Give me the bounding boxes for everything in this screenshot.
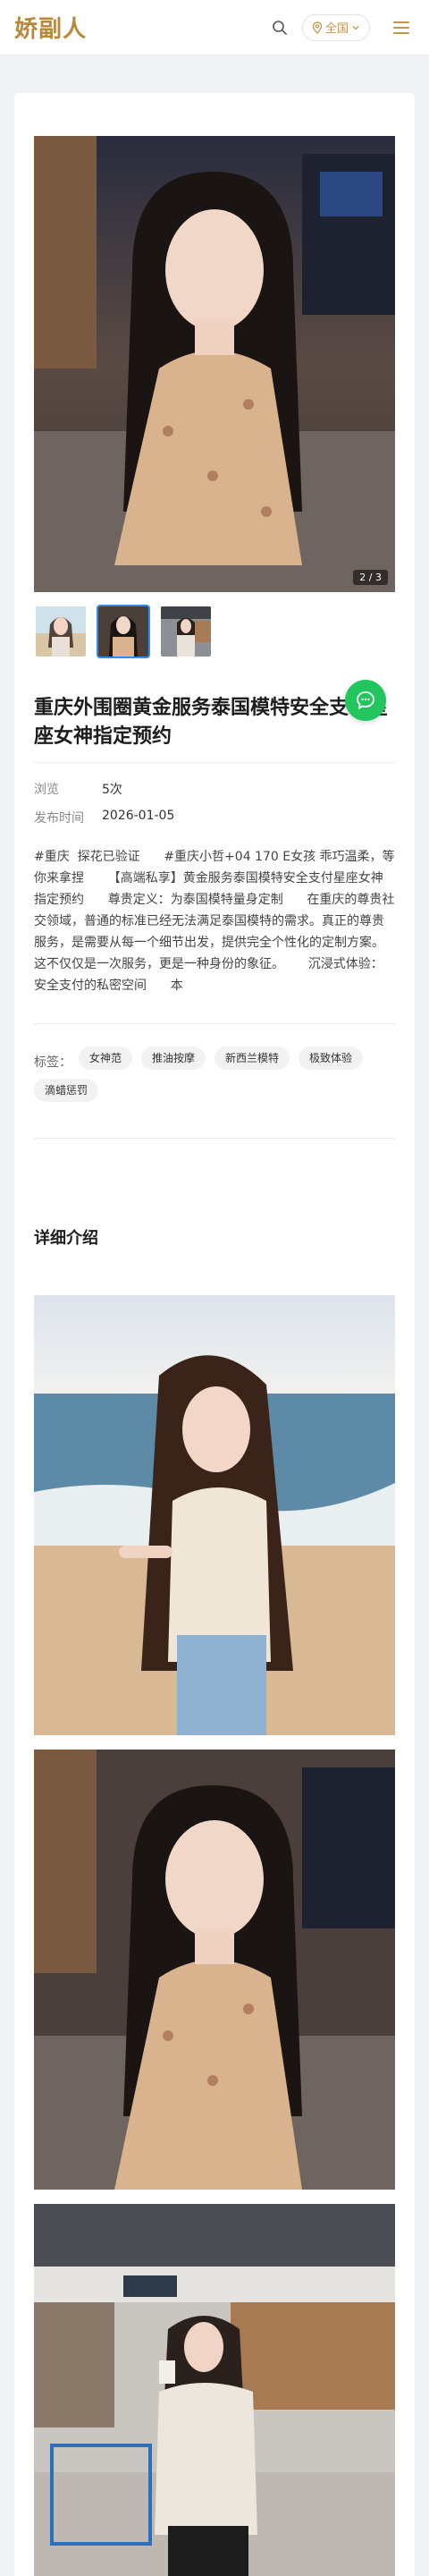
tag-chip[interactable]: 滴蜡惩罚 — [34, 1079, 99, 1102]
meta-value: 2026-01-05 — [102, 809, 175, 823]
chevron-down-icon — [352, 25, 359, 30]
gallery-thumbnail[interactable] — [34, 605, 88, 658]
search-icon[interactable] — [266, 14, 293, 41]
location-pin-icon — [312, 21, 323, 34]
tag-chip[interactable]: 极致体验 — [299, 1046, 364, 1070]
detail-photo-restaurant — [34, 1750, 395, 2190]
meta-row-publish-date: 发布时间 2026-01-05 — [34, 809, 174, 826]
post-description: #重庆 探花已验证 #重庆小哲+04 170 E女孩 乖巧温柔，等你来拿捏 【高… — [34, 850, 395, 993]
chat-float-button[interactable] — [345, 680, 386, 721]
header-actions: 全国 — [266, 13, 415, 41]
divider — [34, 1138, 395, 1139]
main-gallery-image[interactable]: 2 / 3 — [34, 136, 395, 592]
gallery-counter: 2 / 3 — [353, 570, 388, 585]
content-card: 2 / 3 重庆外围圈黄金服务泰国模特安全支付星座女神指定预约 浏览 5次 发布… — [14, 93, 415, 2576]
gallery-thumbnails — [34, 605, 222, 658]
tags-label: 标签： — [34, 1055, 72, 1070]
portrait-photo-image — [34, 136, 395, 592]
top-header: 娇副人 全国 — [0, 0, 429, 55]
tag-list: 标签： 女神范 推油按摩 新西兰模特 极致体验 滴蜡惩罚 — [34, 1046, 395, 1111]
gallery-thumbnail-active[interactable] — [97, 605, 150, 658]
tag-chip[interactable]: 女神范 — [79, 1046, 133, 1070]
gallery-thumbnail[interactable] — [159, 605, 213, 658]
detail-photo-beach — [34, 1295, 395, 1735]
tag-chip[interactable]: 新西兰模特 — [214, 1046, 290, 1070]
meta-label: 发布时间 — [34, 811, 84, 826]
divider — [34, 1023, 395, 1024]
divider — [34, 762, 395, 763]
meta-value: 5次 — [102, 783, 122, 797]
tag-chip[interactable]: 推油按摩 — [141, 1046, 206, 1070]
meta-label: 浏览 — [34, 783, 59, 797]
site-logo[interactable]: 娇副人 — [14, 11, 87, 44]
region-label: 全国 — [324, 22, 349, 36]
post-title: 重庆外围圈黄金服务泰国模特安全支付星座女神指定预约 — [34, 697, 389, 748]
details-section-title: 详细介绍 — [34, 1229, 98, 1248]
detail-photo-supermarket — [34, 2204, 395, 2576]
chat-bubble-icon — [357, 691, 374, 710]
region-selector[interactable]: 全国 — [301, 13, 370, 41]
meta-row-views: 浏览 5次 — [34, 780, 122, 798]
menu-icon[interactable] — [388, 14, 415, 41]
